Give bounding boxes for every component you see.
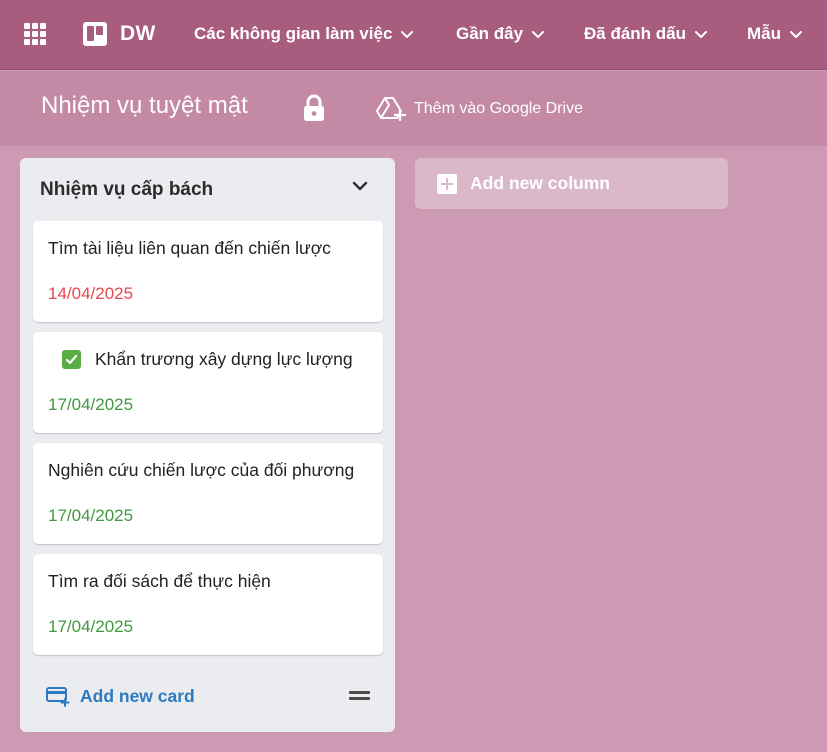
task-card[interactable]: Tìm tài liệu liên quan đến chiến lược 14… xyxy=(33,221,383,322)
add-new-card-button[interactable]: Add new card xyxy=(46,684,195,708)
nav-starred-label: Đã đánh dấu xyxy=(584,24,687,43)
card-title: Tìm ra đối sách để thực hiện xyxy=(48,571,271,591)
add-to-google-drive-button[interactable]: Thêm vào Google Drive xyxy=(376,95,583,123)
board-logo-icon xyxy=(83,22,107,46)
nav-workspaces-menu[interactable]: Các không gian làm việc xyxy=(194,20,414,48)
apps-grid-icon[interactable] xyxy=(24,23,46,45)
chevron-down-icon xyxy=(532,31,545,38)
add-to-google-drive-label: Thêm vào Google Drive xyxy=(414,100,583,117)
chevron-down-icon xyxy=(790,31,802,38)
card-due-date: 17/04/2025 xyxy=(48,506,134,525)
add-card-icon xyxy=(46,687,70,707)
nav-starred-menu[interactable]: Đã đánh dấu xyxy=(584,20,708,48)
card-due-date: 17/04/2025 xyxy=(48,395,134,414)
lock-icon[interactable] xyxy=(302,94,326,122)
top-navbar: DW Các không gian làm việc Gần đây Đã đá… xyxy=(0,0,827,70)
card-due-date: 14/04/2025 xyxy=(48,284,134,303)
board-header: Nhiệm vụ tuyệt mật Thêm vào Google Drive xyxy=(0,71,827,146)
google-drive-add-icon xyxy=(376,97,406,122)
add-new-column-label: Add new column xyxy=(470,173,610,193)
card-title: Khẩn trương xây dựng lực lượng xyxy=(95,349,353,369)
task-card[interactable]: Nghiên cứu chiến lược của đối phương 17/… xyxy=(33,443,383,544)
board-title[interactable]: Nhiệm vụ tuyệt mật xyxy=(41,92,248,120)
add-new-card-label: Add new card xyxy=(80,685,195,706)
card-title-row: Khẩn trương xây dựng lực lượng xyxy=(62,349,353,370)
card-title: Tìm tài liệu liên quan đến chiến lược xyxy=(48,238,331,258)
chevron-down-icon xyxy=(401,31,414,38)
brand-name: DW xyxy=(120,22,156,45)
nav-recent-label: Gần đây xyxy=(456,24,524,43)
task-card[interactable]: Tìm ra đối sách để thực hiện 17/04/2025 xyxy=(33,554,383,655)
checkbox-checked-icon[interactable] xyxy=(62,350,81,369)
chevron-down-icon xyxy=(695,31,708,38)
nav-templates-label: Mẫu xyxy=(747,24,781,43)
task-card[interactable]: Khẩn trương xây dựng lực lượng 17/04/202… xyxy=(33,332,383,433)
card-title: Nghiên cứu chiến lược của đối phương xyxy=(48,460,355,480)
add-new-column-button[interactable]: Add new column xyxy=(415,158,728,209)
nav-workspaces-label: Các không gian làm việc xyxy=(194,24,393,43)
plus-box-icon xyxy=(437,173,457,194)
brand-home-link[interactable]: DW xyxy=(82,20,156,48)
drag-handle-icon[interactable] xyxy=(349,691,371,703)
list-column: Nhiệm vụ cấp bách Tìm tài liệu liên quan… xyxy=(20,158,395,732)
nav-templates-menu[interactable]: Mẫu xyxy=(747,20,803,48)
column-title[interactable]: Nhiệm vụ cấp bách xyxy=(40,179,213,201)
card-due-date: 17/04/2025 xyxy=(48,617,134,636)
chevron-down-icon[interactable] xyxy=(350,176,370,196)
nav-recent-menu[interactable]: Gần đây xyxy=(456,20,545,48)
